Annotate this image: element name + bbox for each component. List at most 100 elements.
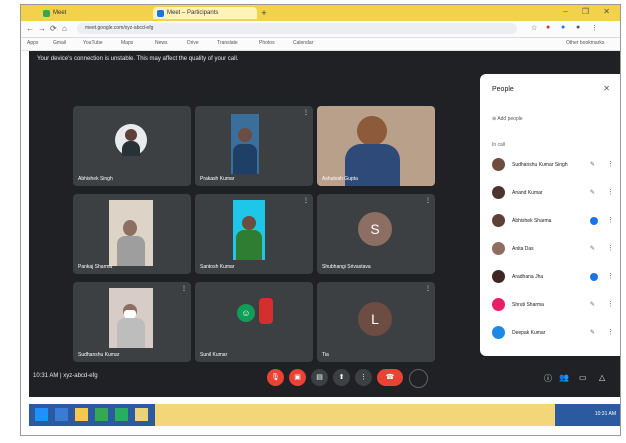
more-options-icon[interactable]: ⋮ — [607, 160, 614, 168]
back-icon[interactable]: ← — [26, 24, 34, 33]
address-bar-row: ← → ⟳ ⌂ meet.google.com/xyz-abcd-efg ☆ ●… — [21, 21, 620, 38]
mic-off-icon: ✎ — [590, 190, 596, 196]
participant-avatar — [492, 326, 505, 339]
more-options-icon[interactable]: ⋮ — [607, 216, 614, 224]
participant-tile[interactable]: ☺ Sunil Kumar — [195, 282, 313, 362]
participant-name: Deepak Kumar — [512, 330, 546, 336]
participant-tile[interactable]: ⋮ Sudhanshu Kumar — [73, 282, 191, 362]
participant-name: Abhishek Sharma — [512, 218, 552, 224]
participant-name: Abhishek Singh — [78, 176, 113, 182]
os-taskbar: 10:31 AM — [29, 404, 620, 426]
participant-name: Santosh Kumar — [200, 264, 235, 270]
connection-banner: Your device's connection is unstable. Th… — [37, 56, 239, 62]
captions-button[interactable]: ▤ — [311, 369, 328, 386]
participant-name: Pankaj Sharma — [78, 264, 113, 270]
screenshot-frame: Meet Meet – Participants + – ❐ ✕ ← → ⟳ ⌂… — [20, 4, 621, 436]
mic-off-icon: ⋮ — [303, 198, 309, 204]
participant-row[interactable]: Sudhanshu Kumar Singh ✎ ⋮ — [480, 154, 620, 176]
browser-tab-1[interactable]: Meet — [39, 7, 149, 19]
browser-tab-2-label: Meet – Participants — [167, 10, 219, 16]
call-controls-bar: 10:31 AM | xyz-abcd-efg 🎙 ▣ ▤ ⬆ ⋮ ☎ ⓘ 👥 … — [29, 357, 620, 397]
menu-icon[interactable]: ⋮ — [591, 24, 598, 32]
mic-toggle-button[interactable]: 🎙 — [267, 369, 284, 386]
mic-off-icon: ⋮ — [303, 110, 309, 116]
participant-tile[interactable]: Ashutosh Gupta — [317, 106, 435, 186]
forward-icon[interactable]: → — [38, 24, 46, 33]
extension-icon[interactable]: ● — [546, 24, 550, 31]
bookmark-item[interactable]: Calendar — [293, 40, 313, 46]
chrome-icon[interactable] — [95, 408, 108, 421]
people-icon[interactable]: 👥 — [559, 373, 569, 382]
other-bookmarks[interactable]: Other bookmarks — [566, 40, 604, 46]
more-options-icon[interactable]: ⋮ — [607, 300, 614, 308]
more-options-icon[interactable]: ⋮ — [607, 272, 614, 280]
participant-row[interactable]: Abhishek Sharma ⋮ — [480, 210, 620, 232]
participant-avatar — [492, 158, 505, 171]
excel-icon[interactable] — [115, 408, 128, 421]
participant-tile[interactable]: ⋮ Santosh Kumar — [195, 194, 313, 274]
mic-off-icon: ⋮ — [181, 286, 187, 292]
bookmark-item[interactable]: YouTube — [83, 40, 103, 46]
participant-video — [357, 116, 387, 146]
more-options-icon[interactable]: ⋮ — [607, 328, 614, 336]
participant-name: Anand Kumar — [512, 190, 543, 196]
participant-row[interactable]: Aradhana Jha ⋮ — [480, 266, 620, 288]
add-people-button[interactable]: ⊕ Add people — [492, 116, 523, 122]
bookmark-item[interactable]: Photos — [259, 40, 275, 46]
participant-row[interactable]: Anita Das ✎ ⋮ — [480, 238, 620, 260]
meet-favicon-icon — [157, 10, 164, 17]
participant-row[interactable]: Anand Kumar ✎ ⋮ — [480, 182, 620, 204]
bookmark-item[interactable]: Maps — [121, 40, 133, 46]
new-tab-button[interactable]: + — [259, 8, 269, 18]
participant-tile[interactable]: L ⋮ Tia — [317, 282, 435, 362]
participant-avatar: ☺ — [237, 304, 255, 322]
bookmark-item[interactable]: Apps — [27, 40, 38, 46]
mic-off-icon: ✎ — [590, 246, 596, 252]
participant-video — [109, 288, 153, 348]
participant-tile[interactable]: Abhishek Singh — [73, 106, 191, 186]
app-icon[interactable] — [135, 408, 148, 421]
bookmark-item[interactable]: Gmail — [53, 40, 66, 46]
file-explorer-icon[interactable] — [75, 408, 88, 421]
more-options-icon[interactable]: ⋮ — [607, 244, 614, 252]
activities-icon[interactable]: △ — [599, 373, 605, 382]
more-options-icon[interactable]: ⋮ — [607, 188, 614, 196]
more-options-button[interactable]: ⋮ — [355, 369, 372, 386]
chat-icon[interactable]: ▭ — [579, 373, 587, 382]
in-call-heading: In call — [492, 142, 506, 148]
start-icon[interactable] — [35, 408, 48, 421]
participant-row[interactable]: Deepak Kumar ✎ ⋮ — [480, 322, 620, 344]
speaking-indicator-icon — [590, 217, 598, 225]
participant-row[interactable]: Shruti Sharma ✎ ⋮ — [480, 294, 620, 316]
reload-icon[interactable]: ⟳ — [50, 24, 57, 33]
bookmark-item[interactable]: News — [155, 40, 168, 46]
url-input[interactable]: meet.google.com/xyz-abcd-efg — [77, 23, 517, 34]
star-icon[interactable]: ☆ — [531, 24, 537, 32]
leave-call-button[interactable]: ☎ — [377, 369, 403, 386]
browser-tab-2[interactable]: Meet – Participants — [153, 7, 257, 19]
window-controls[interactable]: – ❐ ✕ — [563, 7, 616, 16]
participant-tile[interactable]: ⋮ Prakash Kumar — [195, 106, 313, 186]
search-icon[interactable] — [55, 408, 68, 421]
camera-toggle-button[interactable]: ▣ — [289, 369, 306, 386]
home-icon[interactable]: ⌂ — [62, 24, 67, 33]
mic-off-icon: ⋮ — [425, 198, 431, 204]
meet-favicon-icon — [43, 10, 50, 17]
participant-name: Anita Das — [512, 246, 534, 252]
participant-tile[interactable]: S ⋮ Shubhangi Srivastava — [317, 194, 435, 274]
participant-video — [109, 200, 153, 266]
info-icon[interactable]: ⓘ — [544, 373, 552, 384]
close-icon[interactable]: ✕ — [603, 84, 610, 93]
extension-icon[interactable]: ● — [561, 24, 565, 31]
participant-tile[interactable]: Pankaj Sharma — [73, 194, 191, 274]
participant-name: Prakash Kumar — [200, 176, 235, 182]
bookmark-item[interactable]: Translate — [217, 40, 238, 46]
bookmark-item[interactable]: Drive — [187, 40, 199, 46]
participant-video — [233, 200, 265, 260]
reaction-button[interactable] — [409, 369, 428, 388]
taskbar-window-area[interactable] — [155, 404, 555, 426]
profile-icon[interactable]: ● — [576, 24, 580, 31]
present-button[interactable]: ⬆ — [333, 369, 350, 386]
participant-avatar: S — [358, 212, 392, 246]
taskbar-clock: 10:31 AM — [594, 411, 616, 417]
